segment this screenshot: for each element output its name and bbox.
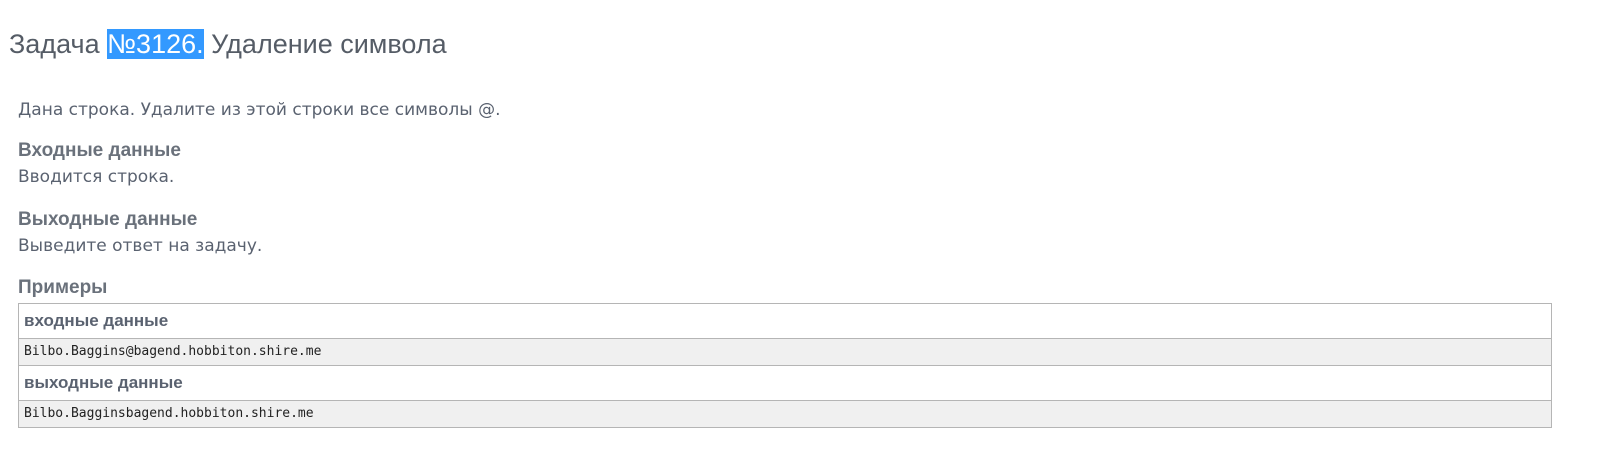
input-heading: Входные данные	[18, 140, 181, 161]
output-heading: Выходные данные	[18, 209, 198, 230]
example-output-label: выходные данные	[19, 366, 1551, 401]
title-prefix: Задача	[9, 29, 108, 59]
problem-content: Дана строка. Удалите из этой строки все …	[18, 98, 1593, 428]
title-number-selected[interactable]: №3126.	[107, 29, 204, 59]
output-description: Выведите ответ на задачу.	[18, 236, 263, 256]
examples-table: входные данные Bilbo.Baggins@bagend.hobb…	[18, 303, 1552, 428]
problem-statement: Дана строка. Удалите из этой строки все …	[18, 100, 501, 120]
input-description: Вводится строка.	[18, 167, 175, 187]
example-output-value[interactable]: Bilbo.Bagginsbagend.hobbiton.shire.me	[19, 401, 1551, 427]
example-input-value[interactable]: Bilbo.Baggins@bagend.hobbiton.shire.me	[19, 339, 1551, 366]
problem-page: Задача №3126. Удаление символа Дана стро…	[0, 0, 1605, 449]
example-input-label: входные данные	[19, 304, 1551, 339]
title-name: Удаление символа	[203, 29, 447, 59]
page-title: Задача №3126. Удаление символа	[9, 26, 447, 62]
examples-heading: Примеры	[18, 277, 108, 298]
